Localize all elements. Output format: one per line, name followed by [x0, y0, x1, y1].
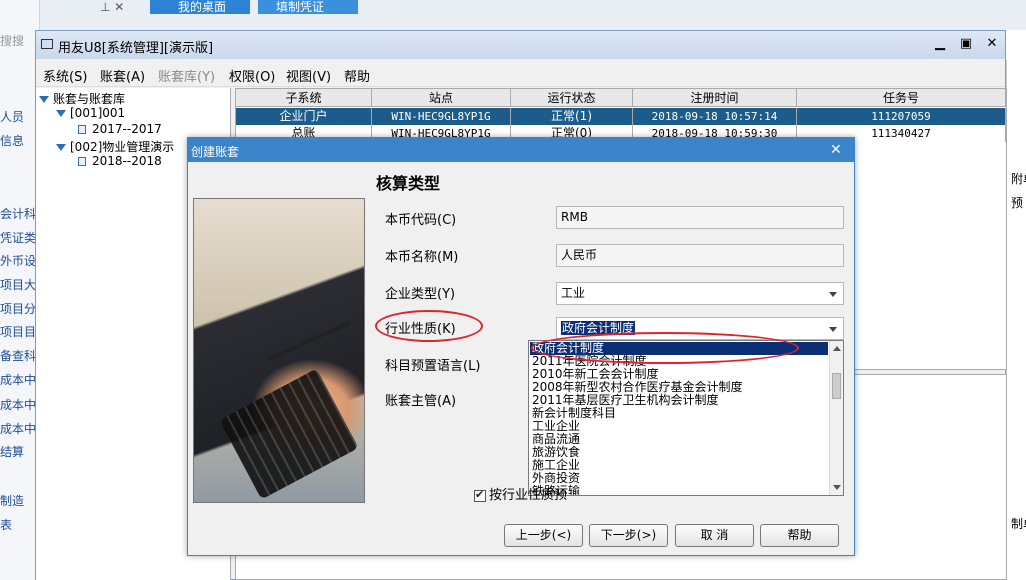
tab-my-desktop[interactable]: 我的桌面 — [150, 0, 250, 14]
pen-shape — [267, 320, 351, 362]
column-header[interactable]: 任务号 — [797, 89, 1006, 107]
tree-item-label: [001]001 — [70, 106, 126, 120]
search-hint[interactable]: 搜搜 — [0, 32, 24, 49]
background-right-panel: 附单 预 制单 — [1006, 60, 1026, 580]
tree-year-label: 2017--2017 — [92, 122, 162, 136]
dialog-title: 创建账套 — [191, 145, 240, 159]
currency-code-field[interactable]: RMB — [556, 206, 844, 229]
sidebar-item[interactable]: 制造 — [0, 492, 24, 509]
cancel-button[interactable]: 取 消 — [675, 524, 754, 547]
supervisor-label: 账套主管(A) — [385, 394, 457, 409]
table-cell: 企业门户 — [236, 108, 372, 125]
create-account-dialog: 创建账套 ✕ 核算类型 本币代码(C) RMB 本币名称(M) 人民币 企业类型… — [187, 137, 855, 556]
document-icon — [78, 157, 86, 166]
menu-bar: 系统(S) 账套(A) 账套库(Y) 权限(O) 视图(V) 帮助 — [36, 59, 1005, 87]
right-item: 附单 — [1011, 172, 1026, 186]
tree-root-label: 账套与账套库 — [53, 92, 126, 106]
table-cell: WIN-HEC9GL8YP1G — [372, 108, 511, 125]
menu-permission[interactable]: 权限(O) — [229, 66, 275, 85]
tree-item-001[interactable]: [001]001 — [56, 106, 125, 120]
expand-icon[interactable] — [56, 110, 66, 117]
sidebar-item[interactable]: 信息 — [0, 132, 24, 149]
column-header[interactable]: 注册时间 — [633, 89, 797, 107]
sidebar-item[interactable]: 表 — [0, 516, 12, 533]
maximize-icon[interactable]: ▣ — [956, 35, 976, 53]
next-button[interactable]: 下一步(>) — [589, 524, 668, 547]
column-header[interactable]: 站点 — [372, 89, 511, 107]
background-sidebar: 搜搜 人员 信息 会计科目 凭证类别 外币设置 项目大类 项目分类 项目目录 备… — [0, 0, 48, 580]
tablet-illustration — [193, 198, 365, 503]
tree-year-label: 2018--2018 — [92, 154, 162, 168]
table-cell: 111207059 — [797, 108, 1006, 125]
list-scrollbar[interactable] — [829, 341, 843, 495]
enterprise-type-select[interactable]: 工业 — [556, 282, 844, 305]
currency-name-label: 本币名称(M) — [385, 250, 459, 265]
pin-icon[interactable]: ⊥ ✕ — [100, 0, 150, 14]
sidebar-item[interactable]: 人员 — [0, 108, 24, 125]
preset-checkbox-label: 按行业性质预 — [489, 488, 568, 503]
tree-year-001[interactable]: 2017--2017 — [78, 122, 162, 136]
keyboard-shape — [219, 368, 359, 500]
window-titlebar[interactable]: 用友U8[系统管理][演示版] ▁ ▣ ✕ — [36, 31, 1005, 59]
sidebar-item[interactable]: 结算 — [0, 443, 24, 460]
section-heading: 核算类型 — [376, 174, 441, 193]
preset-checkbox[interactable] — [474, 488, 486, 502]
preset-checkbox-row[interactable]: 按行业性质预 — [474, 484, 567, 503]
expand-icon[interactable] — [39, 96, 49, 103]
app-icon — [41, 39, 53, 49]
currency-code-label: 本币代码(C) — [385, 213, 457, 228]
chevron-down-icon[interactable] — [829, 327, 837, 332]
close-icon[interactable]: ✕ — [830, 142, 842, 158]
scroll-thumb[interactable] — [832, 373, 841, 399]
prev-button[interactable]: 上一步(<) — [504, 524, 583, 547]
annotation-ring-label — [375, 310, 483, 342]
dialog-titlebar[interactable]: 创建账套 ✕ — [188, 138, 854, 162]
tree-item-label: [002]物业管理演示 — [70, 140, 175, 154]
tree-root[interactable]: 账套与账套库 — [39, 90, 125, 107]
document-icon — [78, 125, 86, 134]
column-header[interactable]: 子系统 — [236, 89, 372, 107]
table-cell: 正常(1) — [511, 108, 633, 125]
tab-voucher-entry[interactable]: 填制凭证 — [258, 0, 358, 14]
menu-account[interactable]: 账套(A) — [100, 66, 145, 85]
currency-name-field[interactable]: 人民币 — [556, 244, 844, 267]
column-header[interactable]: 运行状态 — [511, 89, 633, 107]
enterprise-type-label: 企业类型(Y) — [385, 287, 456, 302]
list-item[interactable]: 铁路运输 — [530, 485, 828, 496]
window-title: 用友U8[系统管理][演示版] — [58, 41, 214, 56]
language-label: 科目预置语言(L) — [385, 359, 481, 374]
minimize-icon[interactable]: ▁ — [930, 35, 950, 53]
table-cell: 2018-09-18 10:57:14 — [633, 108, 797, 125]
scroll-down-icon[interactable] — [833, 485, 841, 490]
expand-icon[interactable] — [56, 144, 66, 151]
tree-item-002[interactable]: [002]物业管理演示 — [56, 138, 174, 155]
help-button[interactable]: 帮助 — [760, 524, 839, 547]
chevron-down-icon[interactable] — [829, 292, 837, 297]
menu-system[interactable]: 系统(S) — [43, 66, 87, 85]
right-item: 预 — [1011, 196, 1024, 210]
right-item: 制单 — [1011, 517, 1026, 531]
menu-account-library[interactable]: 账套库(Y) — [158, 66, 215, 85]
enterprise-type-value: 工业 — [561, 286, 586, 300]
menu-help[interactable]: 帮助 — [344, 66, 370, 85]
close-icon[interactable]: ✕ — [982, 35, 1002, 53]
annotation-ring-option — [531, 332, 799, 364]
tree-year-002[interactable]: 2018--2018 — [78, 154, 162, 168]
menu-view[interactable]: 视图(V) — [286, 66, 331, 85]
scroll-up-icon[interactable] — [833, 346, 841, 351]
